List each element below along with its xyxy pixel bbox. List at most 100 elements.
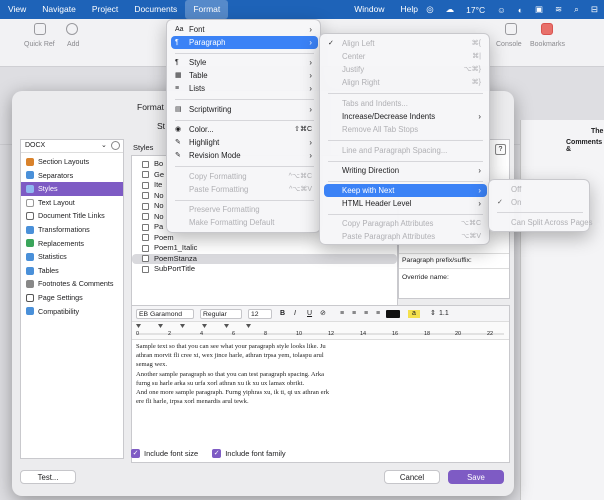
category-label: Separators [38,170,74,180]
menu-navigate[interactable]: Navigate [34,0,84,19]
list-icon: ≡ [175,85,180,92]
menu-item-highlight[interactable]: ✎ Highlight › [171,136,318,149]
text-color-swatch[interactable] [386,310,400,318]
italic-button[interactable]: I [294,309,296,319]
bold-button[interactable]: B [280,309,285,319]
lock-icon[interactable]: ▣ [529,4,549,15]
font-size-select[interactable]: 12 [248,309,272,319]
add-icon[interactable] [66,23,78,35]
category-page-settings[interactable]: Page Settings [21,291,123,305]
menu-separator [328,161,483,162]
scriptwriting-icon: ▤ [175,106,182,113]
menu-window[interactable]: Window [346,0,392,19]
menu-item-font[interactable]: Aa Font › [171,23,318,36]
cancel-button[interactable]: Cancel [384,470,440,484]
sample-editor: EB Garamond Regular 12 B I U ⊘ ≡ ≡ ≡ ≡ a… [131,305,510,463]
include-font-size-checkbox[interactable]: ✓ [131,448,140,458]
menu-project[interactable]: Project [84,0,126,19]
save-button[interactable]: Save [448,470,504,484]
style-label: No [154,190,164,200]
menu-documents[interactable]: Documents [126,0,185,19]
menu-item-keep-with-next[interactable]: Keep with Next › [324,184,487,198]
menu-separator [175,166,314,167]
menu-item-table[interactable]: ▦ Table › [171,69,318,82]
category-section-layouts[interactable]: Section Layouts [21,155,123,169]
sample-text[interactable]: Sample text so that you can see what you… [136,342,336,406]
compatibility-icon [26,307,34,316]
smiley-icon[interactable]: ☺ [491,5,512,15]
more-icon[interactable] [111,141,120,150]
console-label: Console [496,41,522,48]
highlight-button[interactable]: a [408,310,420,318]
font-family-select[interactable]: EB Garamond [136,309,194,319]
menu-item-label: Copy Formatting [189,172,247,181]
category-transformations[interactable]: Transformations [21,223,123,237]
paragraph-style-icon [142,160,149,168]
strikethrough-icon[interactable]: ⊘ [320,309,326,319]
style-label: Poem1_Italic [154,243,198,252]
category-text-layout[interactable]: Text Layout [21,196,123,210]
format-select[interactable]: DOCX ⌄ [21,140,123,153]
menu-separator [328,214,483,215]
include-font-family-checkbox[interactable]: ✓ [212,448,222,458]
menu-item-make-formatting-default: Make Formatting Default [171,216,318,229]
menu-item-writing-direction[interactable]: Writing Direction › [324,164,487,177]
wifi-icon[interactable]: ≋ [549,4,568,15]
line-spacing-icon[interactable]: ⇕ [430,309,436,319]
shield-icon[interactable]: ◐ [512,5,529,15]
category-document-title-links[interactable]: Document Title Links [21,209,123,223]
weather-icon[interactable]: ☁ [440,4,461,15]
align-center-icon[interactable]: ≡ [352,309,356,319]
chevron-right-icon: › [478,112,481,121]
menu-item-paragraph[interactable]: ¶ Paragraph › [171,36,318,50]
style-item[interactable]: SubPortTitle [132,264,397,275]
style-label: SubPortTitle [154,264,195,273]
category-label: Tables [38,265,59,275]
creative-cloud-icon[interactable]: ◎ [420,4,439,15]
justify-icon[interactable]: ≡ [376,309,380,319]
menu-item-color[interactable]: ◉ Color... ⇧⌘C [171,123,318,136]
font-style-select[interactable]: Regular [200,309,242,319]
quick-ref-icon[interactable] [34,23,46,35]
menu-view[interactable]: View [0,0,34,19]
align-right-icon[interactable]: ≡ [364,309,368,319]
menu-item-scriptwriting[interactable]: ▤ Scriptwriting › [171,103,318,116]
console-icon[interactable] [505,23,517,35]
menu-item-lists[interactable]: ≡ Lists › [171,82,318,95]
category-footnotes-comments[interactable]: Footnotes & Comments [21,277,123,291]
menu-item-html-header-level[interactable]: HTML Header Level › [324,197,487,210]
category-label: Page Settings [38,292,83,302]
category-tables[interactable]: Tables [21,264,123,278]
menu-separator [175,99,314,100]
menu-format[interactable]: Format [185,0,229,19]
category-styles[interactable]: Styles [21,182,123,196]
control-center-icon[interactable]: ⊟ [585,4,604,15]
help-button[interactable]: ? [495,144,506,155]
category-separators[interactable]: Separators [21,169,123,183]
chevron-right-icon: › [478,166,481,175]
category-statistics[interactable]: Statistics [21,250,123,264]
category-compatibility[interactable]: Compatibility [21,305,123,319]
category-replacements[interactable]: Replacements [21,237,123,251]
style-item-selected[interactable]: PoemStanza [132,253,397,264]
underline-button[interactable]: U [307,309,312,319]
bookmark-icon[interactable] [541,23,553,35]
chevron-right-icon: › [478,199,481,208]
menu-item-label: Table [189,71,208,80]
menu-shortcut: ⌘} [471,79,481,86]
line-spacing-value[interactable]: 1.1 [439,309,449,319]
menu-item-justify: Justify ⌥⌘} [324,63,487,76]
search-icon[interactable]: ⌕ [568,4,585,15]
align-left-icon[interactable]: ≡ [340,309,344,319]
menu-item-revision-mode[interactable]: ✎ Revision Mode › [171,149,318,162]
style-label: Bo [154,159,164,168]
menu-item-style[interactable]: ¶ Style › [171,56,318,69]
sample-line: athran morvit fli cree xi, wex jince har… [136,352,324,360]
chevron-right-icon: › [478,186,481,195]
style-icon: ¶ [175,59,179,66]
menu-item-copy-paragraph-attributes: Copy Paragraph Attributes ⌥⌘C [324,217,487,230]
ruler[interactable]: 0 2 4 6 8 10 12 14 16 18 20 22 [132,322,509,340]
weather-temp[interactable]: 17°C [460,5,491,15]
test-button[interactable]: Test... [20,470,76,484]
menu-item-increase-decrease-indents[interactable]: Increase/Decrease Indents › [324,110,487,123]
